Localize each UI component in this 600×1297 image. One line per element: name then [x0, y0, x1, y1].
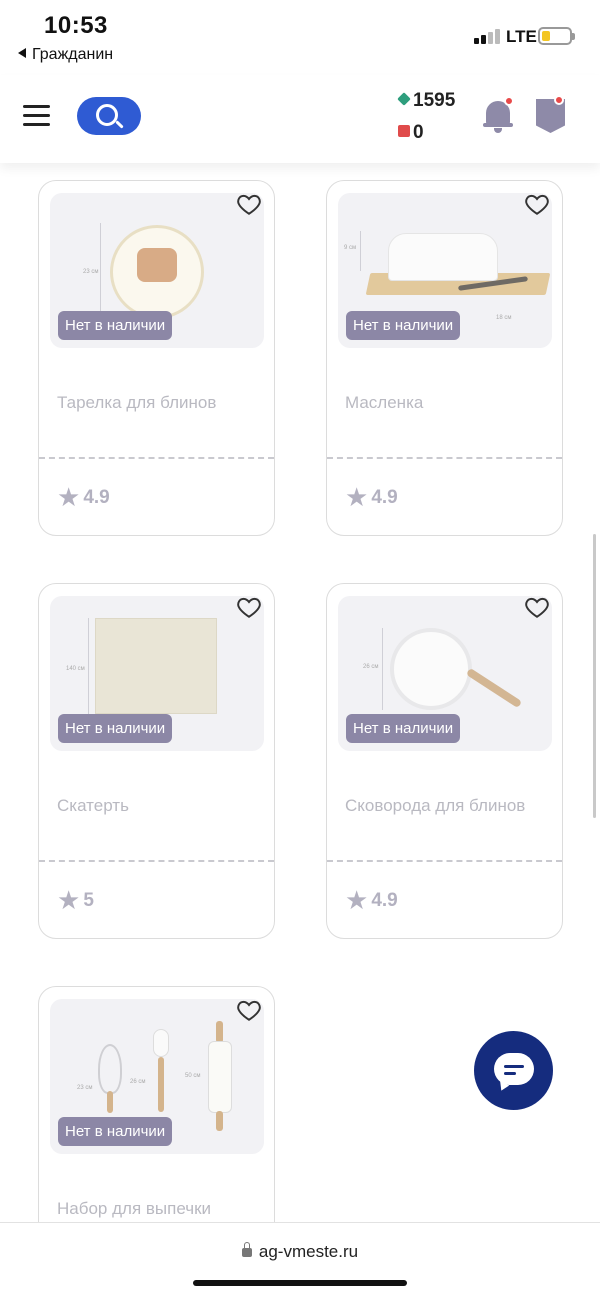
heart-icon[interactable] — [524, 594, 550, 620]
home-indicator[interactable] — [193, 1280, 407, 1286]
status-time: 10:53 — [44, 12, 108, 39]
product-card[interactable]: 23 см Нет в наличии Тарелка для блинов ★… — [38, 180, 275, 536]
chat-icon — [494, 1053, 534, 1085]
heart-icon[interactable] — [236, 997, 262, 1023]
search-button[interactable] — [77, 97, 141, 135]
star-icon: ★ — [57, 482, 81, 512]
star-icon: ★ — [345, 885, 369, 915]
product-rating: ★ 4.9 — [345, 482, 398, 513]
divider — [327, 457, 562, 459]
out-of-stock-badge: Нет в наличии — [58, 1117, 173, 1146]
back-to-app-button[interactable]: Гражданин — [18, 46, 113, 64]
heart-icon[interactable] — [236, 191, 262, 217]
profile-notification-dot — [554, 95, 564, 105]
heart-icon[interactable] — [524, 191, 550, 217]
star-icon: ★ — [57, 885, 81, 915]
status-bar: 10:53 Гражданин LTE — [0, 0, 600, 75]
product-image: 23 см Нет в наличии — [50, 193, 264, 348]
back-app-label: Гражданин — [32, 46, 114, 63]
bell-icon[interactable] — [483, 96, 515, 133]
app-header: 1595 0 — [0, 75, 600, 163]
divider — [39, 457, 274, 459]
product-card[interactable]: 9 см 18 см Нет в наличии Масленка ★ 4.9 — [326, 180, 563, 536]
signal-icon — [474, 28, 500, 44]
product-rating: ★ 4.9 — [345, 885, 398, 916]
balance-primary-value: 1595 — [413, 90, 456, 111]
network-type: LTE — [506, 27, 537, 46]
browser-address-bar[interactable]: ag-vmeste.ru — [0, 1222, 600, 1297]
product-name: Тарелка для блинов — [57, 393, 217, 412]
scrollbar[interactable] — [593, 534, 596, 818]
out-of-stock-badge: Нет в наличии — [346, 714, 461, 743]
lock-icon — [241, 1242, 252, 1257]
divider — [39, 860, 274, 862]
url-text: ag-vmeste.ru — [258, 1242, 359, 1261]
product-image: 23 см 26 см 50 см Нет в наличии — [50, 999, 264, 1154]
battery-icon — [538, 27, 575, 45]
rating-value: 4.9 — [83, 487, 110, 508]
divider — [327, 860, 562, 862]
rating-value: 4.9 — [371, 890, 398, 911]
product-image: 140 см Нет в наличии — [50, 596, 264, 751]
notification-dot — [504, 96, 514, 106]
product-rating: ★ 4.9 — [57, 482, 110, 513]
rating-value: 4.9 — [371, 487, 398, 508]
product-name: Скатерть — [57, 796, 129, 815]
out-of-stock-badge: Нет в наличии — [346, 311, 461, 340]
product-name: Сковорода для блинов — [345, 796, 526, 815]
out-of-stock-badge: Нет в наличии — [58, 714, 173, 743]
product-card[interactable]: 26 см Нет в наличии Сковорода для блинов… — [326, 583, 563, 939]
product-rating: ★ 5 — [57, 885, 94, 916]
back-arrow-icon — [18, 48, 26, 58]
balance-primary[interactable]: 1595 — [397, 90, 456, 112]
menu-icon[interactable] — [23, 105, 50, 127]
product-name: Масленка — [345, 393, 424, 412]
red-gem-icon — [398, 125, 410, 137]
chat-button[interactable] — [474, 1031, 553, 1110]
heart-icon[interactable] — [236, 594, 262, 620]
balance-secondary-value: 0 — [413, 122, 424, 143]
rating-value: 5 — [83, 890, 94, 911]
balance-secondary[interactable]: 0 — [398, 122, 424, 144]
product-image: 26 см Нет в наличии — [338, 596, 552, 751]
product-card[interactable]: 140 см Нет в наличии Скатерть ★ 5 — [38, 583, 275, 939]
url-display[interactable]: ag-vmeste.ru — [0, 1242, 600, 1262]
product-image: 9 см 18 см Нет в наличии — [338, 193, 552, 348]
green-gem-icon — [397, 92, 411, 106]
out-of-stock-badge: Нет в наличии — [58, 311, 173, 340]
product-name: Набор для выпечки — [57, 1199, 212, 1218]
star-icon: ★ — [345, 482, 369, 512]
